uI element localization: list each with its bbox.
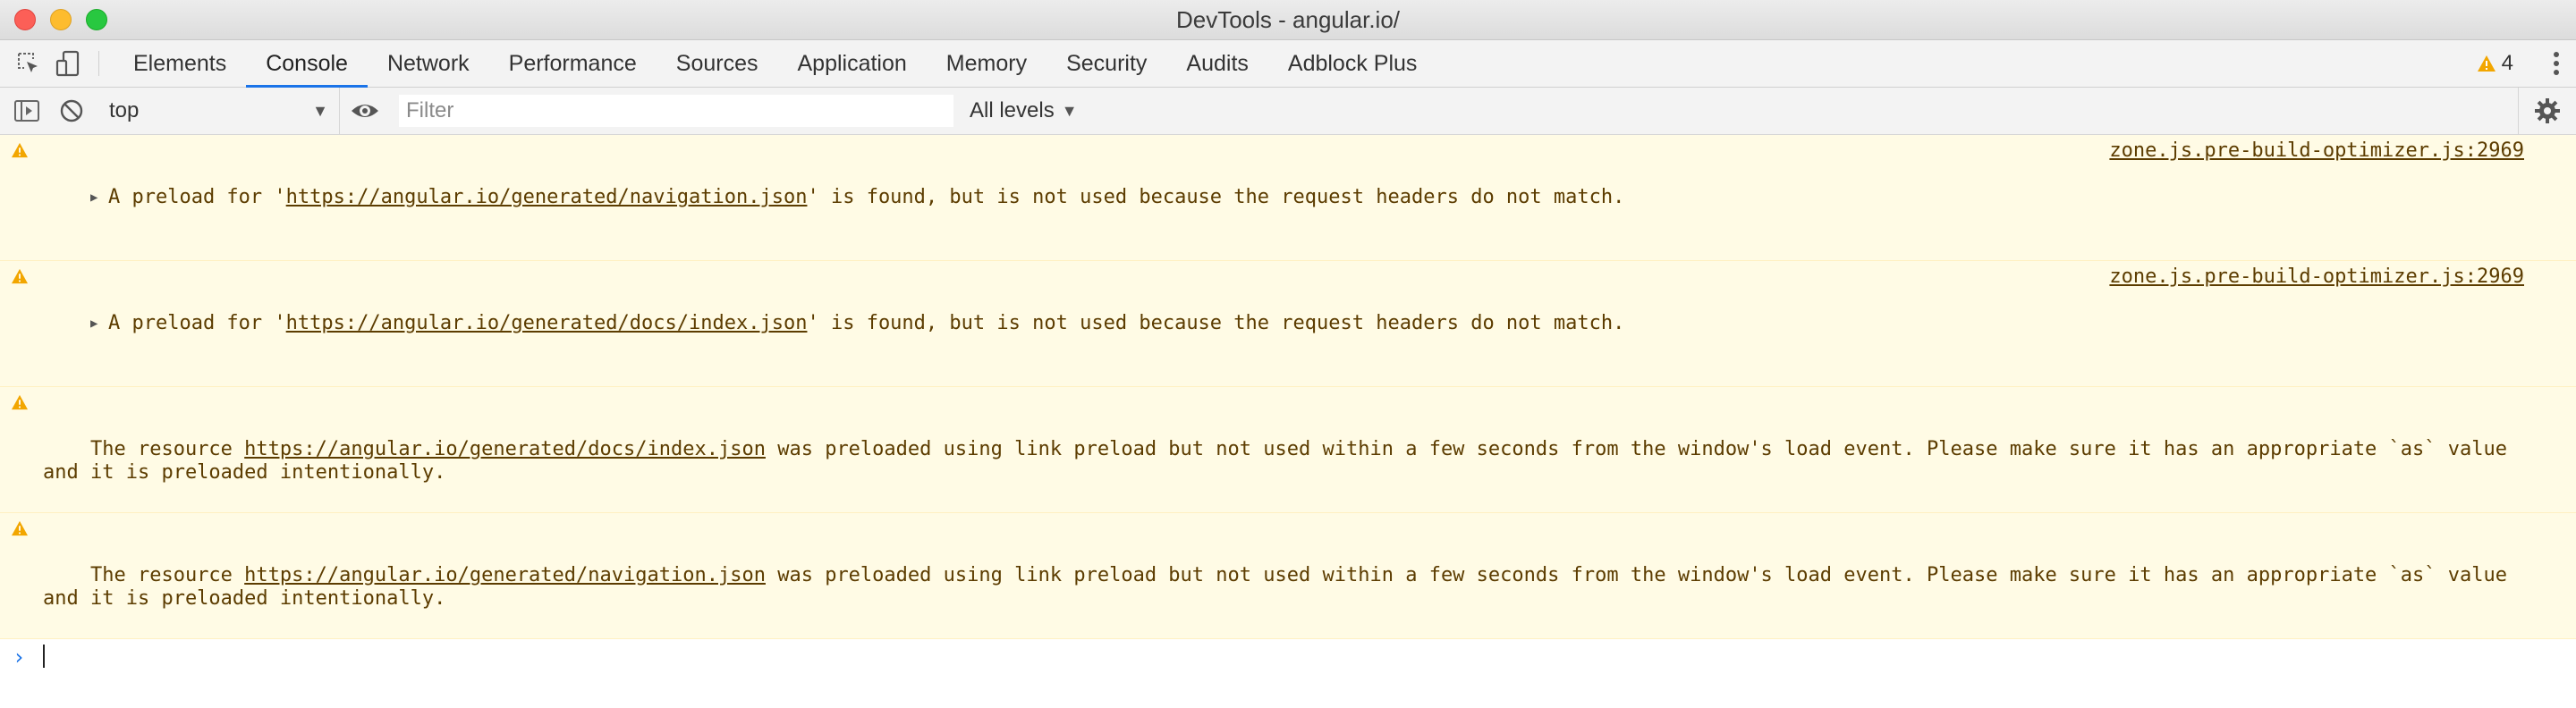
devtools-tab-bar: Elements Console Network Performance Sou… xyxy=(0,40,2576,88)
clear-console-icon xyxy=(60,99,83,122)
chevron-down-icon: ▼ xyxy=(1061,101,1078,120)
window-controls xyxy=(14,9,107,30)
warning-icon xyxy=(12,394,28,410)
console-toolbar: top ▼ All levels ▼ xyxy=(0,88,2576,135)
message-url-link[interactable]: https://angular.io/generated/docs/index.… xyxy=(286,312,808,334)
tab-memory[interactable]: Memory xyxy=(927,40,1046,87)
live-expression-button[interactable] xyxy=(345,88,385,134)
js-context-value: top xyxy=(109,98,140,122)
eye-icon xyxy=(352,105,378,117)
log-levels-value: All levels xyxy=(970,98,1055,122)
console-prompt[interactable]: › xyxy=(0,639,2576,673)
kebab-menu-icon xyxy=(2554,52,2559,75)
console-warning-message[interactable]: The resource https://angular.io/generate… xyxy=(0,513,2576,639)
tab-sources[interactable]: Sources xyxy=(657,40,778,87)
inspect-cursor-icon xyxy=(18,53,38,72)
tab-network[interactable]: Network xyxy=(368,40,489,87)
console-filter-input[interactable] xyxy=(399,95,953,127)
minimize-window-button[interactable] xyxy=(50,9,72,30)
console-messages: ▶ A preload for 'https://angular.io/gener… xyxy=(0,135,2576,673)
console-warning-message[interactable]: The resource https://angular.io/generate… xyxy=(0,387,2576,513)
console-settings-button[interactable] xyxy=(2518,88,2576,134)
tab-security[interactable]: Security xyxy=(1046,40,1166,87)
message-text-suffix: ' is found, but is not used because the … xyxy=(807,312,1625,334)
warning-icon xyxy=(12,520,28,536)
show-sidebar-button[interactable] xyxy=(7,88,47,134)
panel-tabs: Elements Console Network Performance Sou… xyxy=(114,40,1437,88)
maximize-window-button[interactable] xyxy=(86,9,107,30)
tab-application[interactable]: Application xyxy=(777,40,926,87)
chevron-down-icon: ▼ xyxy=(312,101,328,120)
window-titlebar: DevTools - angular.io/ xyxy=(0,0,2576,40)
message-text-prefix: A preload for ' xyxy=(107,312,286,334)
text-cursor xyxy=(43,645,45,668)
expand-triangle-icon[interactable]: ▶ xyxy=(90,186,108,209)
tabbar-right-controls: 4 xyxy=(2477,40,2576,87)
warnings-count: 4 xyxy=(2501,51,2513,75)
message-url-link[interactable]: https://angular.io/generated/navigation.… xyxy=(244,564,766,586)
device-toolbar-button[interactable] xyxy=(48,40,88,87)
close-window-button[interactable] xyxy=(14,9,36,30)
filter-wrapper xyxy=(399,95,953,127)
clear-console-button[interactable] xyxy=(52,88,91,134)
message-url-link[interactable]: https://angular.io/generated/navigation.… xyxy=(286,186,808,208)
more-options-button[interactable] xyxy=(2537,51,2576,76)
prompt-chevron-icon: › xyxy=(13,645,26,670)
log-levels-dropdown[interactable]: All levels ▼ xyxy=(970,98,1078,123)
tab-performance[interactable]: Performance xyxy=(489,40,657,87)
toolbar-divider xyxy=(98,51,99,76)
message-text-suffix: ' is found, but is not used because the … xyxy=(807,186,1625,208)
warning-icon xyxy=(2477,55,2496,72)
message-source-link[interactable]: zone.js.pre-build-optimizer.js:2969 xyxy=(2109,139,2524,163)
expand-triangle-icon[interactable]: ▶ xyxy=(90,312,108,335)
message-text-prefix: A preload for ' xyxy=(107,186,286,208)
message-url-link[interactable]: https://angular.io/generated/docs/index.… xyxy=(244,438,766,460)
inspect-element-button[interactable] xyxy=(9,40,48,87)
message-text-prefix: The resource xyxy=(89,438,245,460)
tab-console[interactable]: Console xyxy=(246,40,368,88)
tab-audits[interactable]: Audits xyxy=(1166,40,1267,87)
message-text-prefix: The resource xyxy=(89,564,245,586)
message-source-link[interactable]: zone.js.pre-build-optimizer.js:2969 xyxy=(2109,266,2524,289)
window-title: DevTools - angular.io/ xyxy=(1175,5,1401,33)
warning-icon xyxy=(12,268,28,284)
warning-icon xyxy=(12,142,28,158)
console-warning-message[interactable]: ▶ A preload for 'https://angular.io/gener… xyxy=(0,135,2576,261)
gear-icon xyxy=(2535,98,2560,123)
sidebar-toggle-icon xyxy=(14,100,39,122)
js-context-select[interactable]: top ▼ xyxy=(98,88,340,134)
tab-adblock-plus[interactable]: Adblock Plus xyxy=(1268,40,1437,87)
tab-elements[interactable]: Elements xyxy=(114,40,246,87)
console-warning-message[interactable]: ▶ A preload for 'https://angular.io/gener… xyxy=(0,261,2576,387)
warnings-counter[interactable]: 4 xyxy=(2477,51,2513,76)
device-mode-icon xyxy=(55,50,80,77)
